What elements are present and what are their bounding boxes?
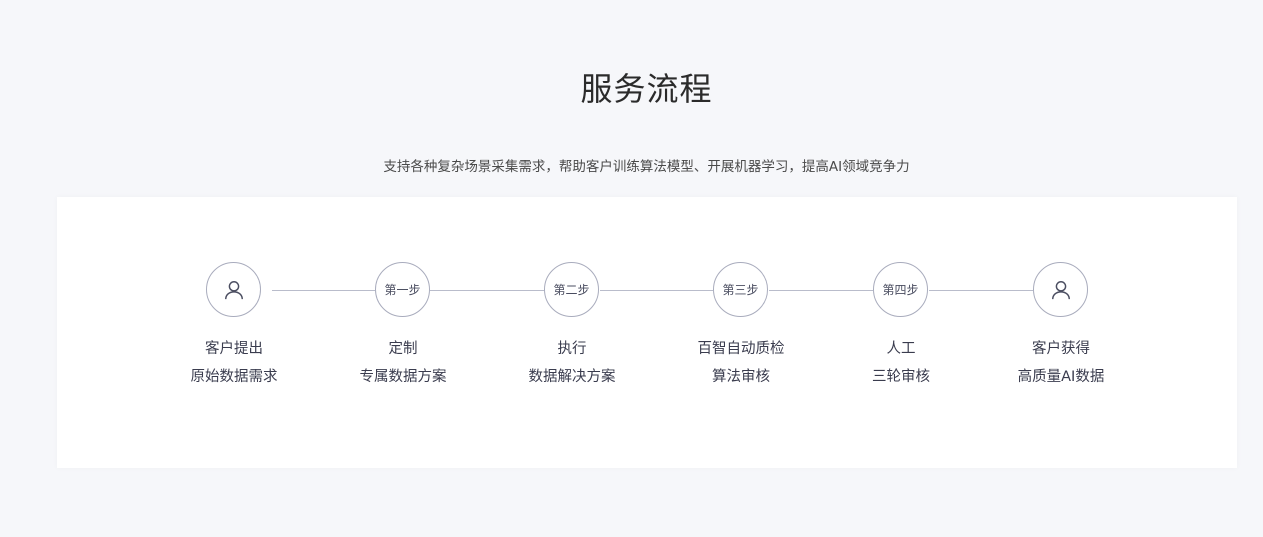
connector-line <box>430 290 545 291</box>
connector-line <box>929 290 1033 291</box>
section-title: 服务流程 <box>580 70 713 108</box>
step-label-line1: 执行 <box>557 341 587 357</box>
step-label-line2: 数据解决方案 <box>528 369 616 385</box>
step-label-line1: 客户获得 <box>1032 341 1090 357</box>
step-label-line2: 算法审核 <box>712 369 770 385</box>
step-label-line1: 百智自动质检 <box>697 341 785 357</box>
step-label-line1: 人工 <box>886 341 916 357</box>
step-label-line2: 高质量AI数据 <box>1017 369 1105 385</box>
user-icon <box>1051 280 1070 299</box>
step-end-node <box>1033 262 1088 317</box>
step-node-1: 第一步 <box>375 262 430 317</box>
section-subtitle: 支持各种复杂场景采集需求，帮助客户训练算法模型、开展机器学习，提高AI领域竞争力 <box>383 159 910 175</box>
process-card <box>57 197 1237 468</box>
step-label-line2: 专属数据方案 <box>359 369 447 385</box>
step-label-line1: 定制 <box>388 341 418 357</box>
step-start-node <box>206 262 261 317</box>
connector-line <box>272 290 375 291</box>
step-node-3: 第三步 <box>713 262 768 317</box>
step-label-line2: 原始数据需求 <box>190 369 278 385</box>
connector-line <box>600 290 713 291</box>
step-label-line2: 三轮审核 <box>872 369 930 385</box>
step-node-4: 第四步 <box>873 262 928 317</box>
user-icon <box>224 280 243 299</box>
step-label-line1: 客户提出 <box>205 341 263 357</box>
connector-line <box>769 290 873 291</box>
step-node-2: 第二步 <box>544 262 599 317</box>
